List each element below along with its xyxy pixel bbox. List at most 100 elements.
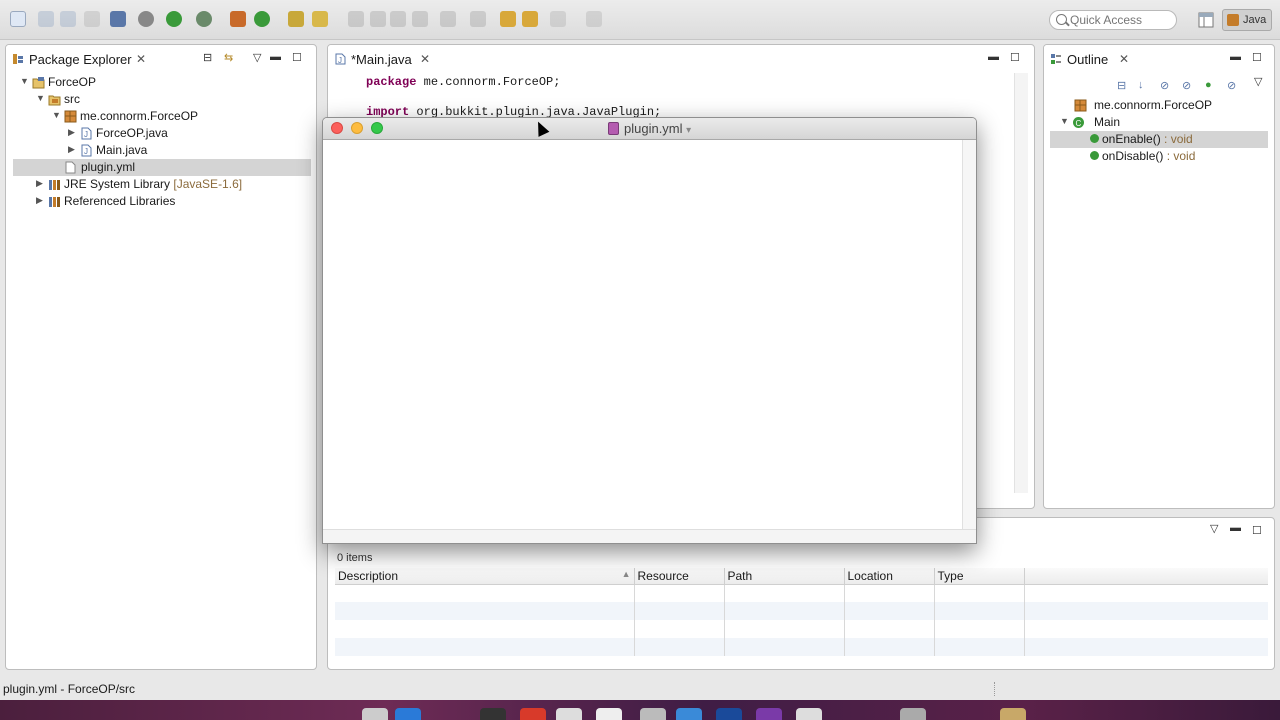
maximize-icon[interactable]: ☐ <box>292 51 302 64</box>
tree-item-plugin-yml[interactable]: plugin.yml <box>13 159 311 176</box>
zoom-button[interactable] <box>371 122 383 134</box>
java-perspective-button[interactable]: Java <box>1222 9 1272 31</box>
package-icon <box>64 110 77 123</box>
dock-app-icon[interactable] <box>480 708 506 720</box>
close-button[interactable] <box>331 122 343 134</box>
minimize-icon[interactable]: ▬ <box>270 51 281 63</box>
maximize-icon[interactable]: ☐ <box>1252 51 1262 64</box>
annotation-icon[interactable] <box>412 11 428 27</box>
collapse-all-icon[interactable]: ⊟ <box>1117 79 1126 92</box>
minimize-button[interactable] <box>351 122 363 134</box>
column-header-type[interactable]: Type <box>934 568 1025 585</box>
tab-main-java[interactable]: J *Main.java ✕ <box>328 45 438 73</box>
expand-icon[interactable]: ▶ <box>36 195 46 206</box>
quick-access-field[interactable] <box>1049 10 1177 30</box>
close-icon[interactable]: ✕ <box>136 52 146 66</box>
quick-access-input[interactable] <box>1070 12 1170 28</box>
code-keyword: package <box>366 75 417 89</box>
column-header-path[interactable]: Path <box>724 568 845 585</box>
back-icon[interactable] <box>522 11 538 27</box>
column-header-location[interactable]: Location <box>844 568 935 585</box>
column-header-description[interactable]: Description ▲ <box>335 568 635 585</box>
dock-app-icon[interactable] <box>900 708 926 720</box>
dock-app-icon[interactable] <box>640 708 666 720</box>
close-icon[interactable]: ✕ <box>1119 52 1129 66</box>
skip-breakpoints-icon[interactable] <box>110 11 126 27</box>
collapse-icon[interactable]: ▼ <box>52 110 62 120</box>
previous-annotation-icon[interactable] <box>470 11 486 27</box>
collapse-icon[interactable]: ▼ <box>1060 116 1070 126</box>
collapse-icon[interactable]: ▼ <box>20 76 30 86</box>
maximize-icon[interactable]: ☐ <box>1252 524 1262 537</box>
collapse-icon[interactable]: ▼ <box>36 93 46 103</box>
collapse-all-icon[interactable]: ⊟ <box>203 51 212 64</box>
toggle-block-selection-icon[interactable] <box>370 11 386 27</box>
minimize-icon[interactable]: ▬ <box>1230 522 1241 534</box>
new-icon[interactable] <box>10 11 26 27</box>
dock-app-icon[interactable] <box>596 708 622 720</box>
search-icon[interactable] <box>312 11 328 27</box>
dock-app-icon[interactable] <box>1000 708 1026 720</box>
dock-app-icon[interactable] <box>716 708 742 720</box>
show-whitespace-icon[interactable] <box>390 11 406 27</box>
svg-text:C: C <box>1076 119 1082 128</box>
tree-item-label: Main.java <box>96 143 148 157</box>
next-annotation-icon[interactable] <box>440 11 456 27</box>
maximize-icon[interactable]: ☐ <box>1010 51 1020 64</box>
window-titlebar[interactable]: plugin.yml ▾ <box>323 118 976 140</box>
dock-app-icon[interactable] <box>796 708 822 720</box>
forward-icon[interactable] <box>550 11 566 27</box>
plugin-yml-window: plugin.yml ▾ <box>322 117 977 544</box>
hide-local-types-icon[interactable]: ⊘ <box>1227 79 1236 92</box>
open-type-icon[interactable] <box>288 11 304 27</box>
dock-app-icon[interactable] <box>395 708 421 720</box>
editor-overview-ruler[interactable] <box>1014 73 1028 493</box>
hide-static-icon[interactable]: ⊘ <box>1182 79 1191 92</box>
expand-icon[interactable]: ▶ <box>36 178 46 189</box>
minimize-icon[interactable]: ▬ <box>1230 51 1241 63</box>
hide-non-public-icon[interactable]: ● <box>1205 79 1212 91</box>
expand-icon[interactable]: ▶ <box>68 144 78 155</box>
dock-app-icon[interactable] <box>520 708 546 720</box>
tab-package-explorer[interactable]: Package Explorer ✕ <box>6 45 156 73</box>
yml-editor-text-area[interactable] <box>323 140 962 529</box>
expand-icon[interactable]: ▶ <box>68 127 78 138</box>
pin-editor-icon[interactable] <box>586 11 602 27</box>
method-return-type: : void <box>1163 149 1196 163</box>
dock-app-icon[interactable] <box>362 708 388 720</box>
view-menu-icon[interactable]: ▽ <box>253 51 261 64</box>
run-icon[interactable] <box>166 11 182 27</box>
column-header-resource[interactable]: Resource <box>634 568 725 585</box>
outline-item-onenable[interactable]: onEnable() : void <box>1050 131 1268 148</box>
save-all-icon[interactable] <box>60 11 76 27</box>
tab-outline[interactable]: Outline ✕ <box>1044 45 1139 73</box>
close-icon[interactable]: ✕ <box>420 52 430 66</box>
last-edit-icon[interactable] <box>500 11 516 27</box>
vertical-scrollbar[interactable] <box>962 140 976 529</box>
debug-icon[interactable] <box>138 11 154 27</box>
save-icon[interactable] <box>38 11 54 27</box>
outline-view: Outline ✕ ▬ ☐ ⊟ ↓ ⊘ ⊘ ● ⊘ ▽ me.connorm.F… <box>1043 44 1275 509</box>
dock-app-icon[interactable] <box>676 708 702 720</box>
view-menu-icon[interactable]: ▽ <box>1210 522 1218 535</box>
status-bar-separator <box>994 682 997 696</box>
code-line[interactable]: package me.connorm.ForceOP; <box>366 75 560 89</box>
link-with-editor-icon[interactable]: ⇆ <box>224 51 233 64</box>
window-title[interactable]: plugin.yml ▾ <box>608 121 691 136</box>
sort-icon[interactable]: ↓ <box>1138 79 1144 91</box>
outline-item-label: Main <box>1094 115 1121 129</box>
view-menu-icon[interactable]: ▽ <box>1254 75 1262 88</box>
minimize-icon[interactable]: ▬ <box>988 51 999 63</box>
new-java-package-icon[interactable] <box>230 11 246 27</box>
dock-app-icon[interactable] <box>756 708 782 720</box>
print-icon[interactable] <box>84 11 100 27</box>
toggle-mark-occurrences-icon[interactable] <box>348 11 364 27</box>
source-folder-icon <box>48 93 61 106</box>
hide-fields-icon[interactable]: ⊘ <box>1160 79 1169 92</box>
tree-item-label: src <box>64 92 80 106</box>
dock-app-icon[interactable] <box>556 708 582 720</box>
external-tools-icon[interactable] <box>196 11 212 27</box>
new-java-class-icon[interactable] <box>254 11 270 27</box>
method-return-type: : void <box>1160 132 1193 146</box>
open-perspective-icon[interactable] <box>1197 11 1215 29</box>
